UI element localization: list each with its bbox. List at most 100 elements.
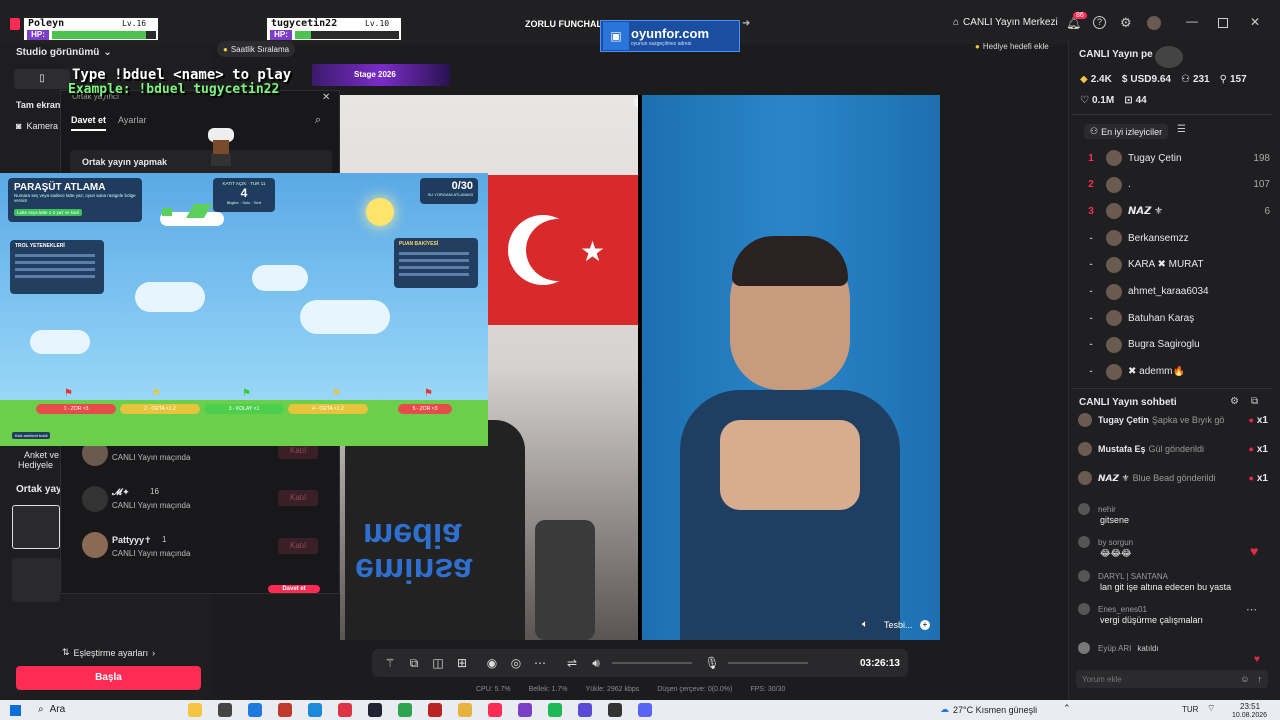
search-icon[interactable]: ⌕ (315, 114, 321, 127)
task-view-icon[interactable] (218, 703, 232, 717)
studio-view-dropdown[interactable]: Studio görünümü ⌄ (16, 47, 112, 58)
tab-settings[interactable]: Ayarlar (118, 115, 146, 125)
taskbar-search-label: Ara (49, 704, 66, 715)
add-source-icon[interactable]: ⊞ (452, 653, 472, 673)
app-icon[interactable] (428, 703, 442, 717)
portrait-toggle[interactable]: ▯ (14, 69, 70, 89)
windows-start-icon[interactable] (10, 705, 21, 716)
popout-icon[interactable]: ⧉ (1251, 396, 1258, 407)
join-button[interactable]: Katıl (278, 490, 318, 506)
coop-thumb-1[interactable] (12, 505, 60, 549)
language-indicator[interactable]: TUR (1182, 705, 1198, 714)
leaderboard-row[interactable]: - ahmet_karaa6034 (1080, 279, 1270, 305)
edge-icon[interactable] (308, 703, 322, 717)
microphone-icon[interactable]: 🎙︎ (702, 653, 722, 673)
maximize-icon[interactable] (1218, 18, 1228, 28)
help-icon[interactable]: ? (1093, 16, 1106, 29)
spotify-icon[interactable] (548, 703, 562, 717)
share-icon[interactable]: ➜ (742, 18, 750, 29)
chrome-icon[interactable] (398, 703, 412, 717)
hourly-rank-pill[interactable]: ● Saatlik Sıralama (217, 41, 296, 57)
gear-icon[interactable]: ⚙ (1230, 396, 1239, 407)
weather-widget[interactable]: ☁ 27°C Kısmen güneşli (940, 704, 1037, 715)
full-screen-label[interactable]: Tam ekran (16, 100, 60, 110)
close-icon[interactable]: ✕ (1250, 15, 1260, 29)
clock-time[interactable]: 23:51 (1240, 702, 1260, 711)
app-icon[interactable] (578, 703, 592, 717)
player-2-level: Lv.10 (365, 19, 390, 28)
comment-field[interactable] (1082, 674, 1241, 684)
leaderboard-row[interactable]: - ✖ ademm🔥 (1080, 359, 1270, 385)
leaderboard-row[interactable]: - KARA ✖ MURAT (1080, 252, 1270, 278)
join-button[interactable]: Katıl (278, 538, 318, 554)
chevron-up-icon[interactable]: ⌃ (1063, 703, 1071, 714)
chat-message[interactable]: Enes_enes01 vergi düşürme çalışmaları (1078, 603, 1268, 625)
chat-message[interactable]: DARYL | SANTANA lan git işe altına edecen… (1078, 570, 1268, 592)
leaderboard-row[interactable]: 1 Tugay Çetin 198 (1080, 145, 1270, 171)
fps-stat: FPS: 30/30 (750, 686, 786, 693)
discord-icon[interactable] (638, 703, 652, 717)
tiktok-icon[interactable] (488, 703, 502, 717)
volume-icon[interactable]: 🔊︎ (586, 653, 606, 673)
record-icon[interactable]: ◉ (482, 653, 502, 673)
layout-icon[interactable]: ⧉ (404, 653, 424, 673)
screenshot-icon[interactable]: ◫ (428, 653, 448, 673)
lane-5: 5 - ZOR ×3 (398, 404, 452, 414)
github-icon[interactable] (608, 703, 622, 717)
list-icon[interactable]: ☰ (1177, 124, 1186, 135)
gift-box-icon: ⊡ (1124, 95, 1133, 106)
leaderboard-name: ahmet_karaa6034 (1128, 286, 1209, 297)
chat-message[interactable]: by sorgun 😂😂😂 (1078, 536, 1268, 559)
store-icon[interactable] (248, 703, 262, 717)
score-sub: SU YORGANI ATLAMASI (427, 192, 473, 197)
leaderboard-row[interactable]: 3 𝙉𝘼𝙕 ⚜ 6 (1080, 198, 1270, 224)
invite-button[interactable]: Davet et (268, 585, 320, 593)
leaderboard-row[interactable]: - Batuhan Karaş (1080, 305, 1270, 331)
leaderboard-row[interactable]: - Berkansemzz (1080, 225, 1270, 251)
leaderboard-row[interactable]: - Bugra Sagiroglu (1080, 332, 1270, 358)
chat-message[interactable]: Eyüp ARI katıldı (1078, 642, 1268, 654)
tab-invite[interactable]: Davet et (71, 115, 107, 131)
magic-wand-icon[interactable]: ⚚ (380, 653, 400, 673)
live-center-button[interactable]: ⌂ CANLI Yayın Merkezi (953, 17, 1058, 28)
avatar (82, 532, 108, 558)
close-icon[interactable]: ✕ (322, 92, 330, 103)
more-icon[interactable]: ⋯ (1246, 603, 1257, 616)
wifi-icon[interactable]: ⌔ (1207, 703, 1215, 714)
gift-goal-button[interactable]: ● Hediye hedefi ekle (975, 42, 1049, 51)
start-button[interactable]: Başla (16, 666, 201, 690)
streamer (680, 236, 900, 640)
add-icon[interactable]: + (920, 620, 930, 630)
gear-icon[interactable]: ⚙ (1120, 15, 1132, 31)
mic-slider[interactable] (728, 662, 808, 664)
chat-message[interactable]: nehir gitsene (1078, 503, 1268, 525)
send-icon[interactable]: ↑ (1258, 674, 1263, 684)
minimize-icon[interactable]: — (1186, 14, 1198, 28)
volume-slider[interactable] (612, 662, 692, 664)
flag-marker: ⚑ (242, 388, 251, 399)
effects-icon[interactable]: ◎ (506, 653, 526, 673)
matching-settings-link[interactable]: ⇅ Eşleştirme ayarları › (62, 647, 155, 658)
top-viewers-tab[interactable]: ⚇ En iyi izleyiciler (1084, 124, 1169, 139)
file-explorer-icon[interactable] (458, 703, 472, 717)
camera-source[interactable]: ◙ Kamera (16, 121, 58, 131)
clock-date[interactable]: 10.08.2026 (1232, 712, 1267, 719)
photo-icon[interactable] (338, 703, 352, 717)
avatar[interactable] (1147, 16, 1161, 30)
app-icon[interactable] (368, 703, 382, 717)
browser-icon[interactable] (278, 703, 292, 717)
more-icon[interactable]: ⋯ (530, 653, 550, 673)
likes-value: 0.1M (1091, 95, 1115, 106)
taskbar-search[interactable]: ⌕ Ara (38, 704, 65, 715)
leaderboard-row[interactable]: 2. 107 (1080, 172, 1270, 198)
gift-label[interactable]: Hediyele (18, 460, 53, 470)
speaker-icon[interactable]: 🔈︎ (862, 619, 868, 630)
divider (638, 95, 642, 640)
coop-thumb-2[interactable] (12, 558, 60, 602)
app-icon[interactable] (518, 703, 532, 717)
emoji-icon[interactable]: ☺ (1240, 674, 1249, 684)
widget-icon[interactable] (188, 703, 202, 717)
mixer-icon[interactable]: ⇌ (562, 653, 582, 673)
poll-label[interactable]: Anket ve (24, 450, 59, 460)
comment-input[interactable]: ☺ ↑ (1076, 670, 1268, 688)
